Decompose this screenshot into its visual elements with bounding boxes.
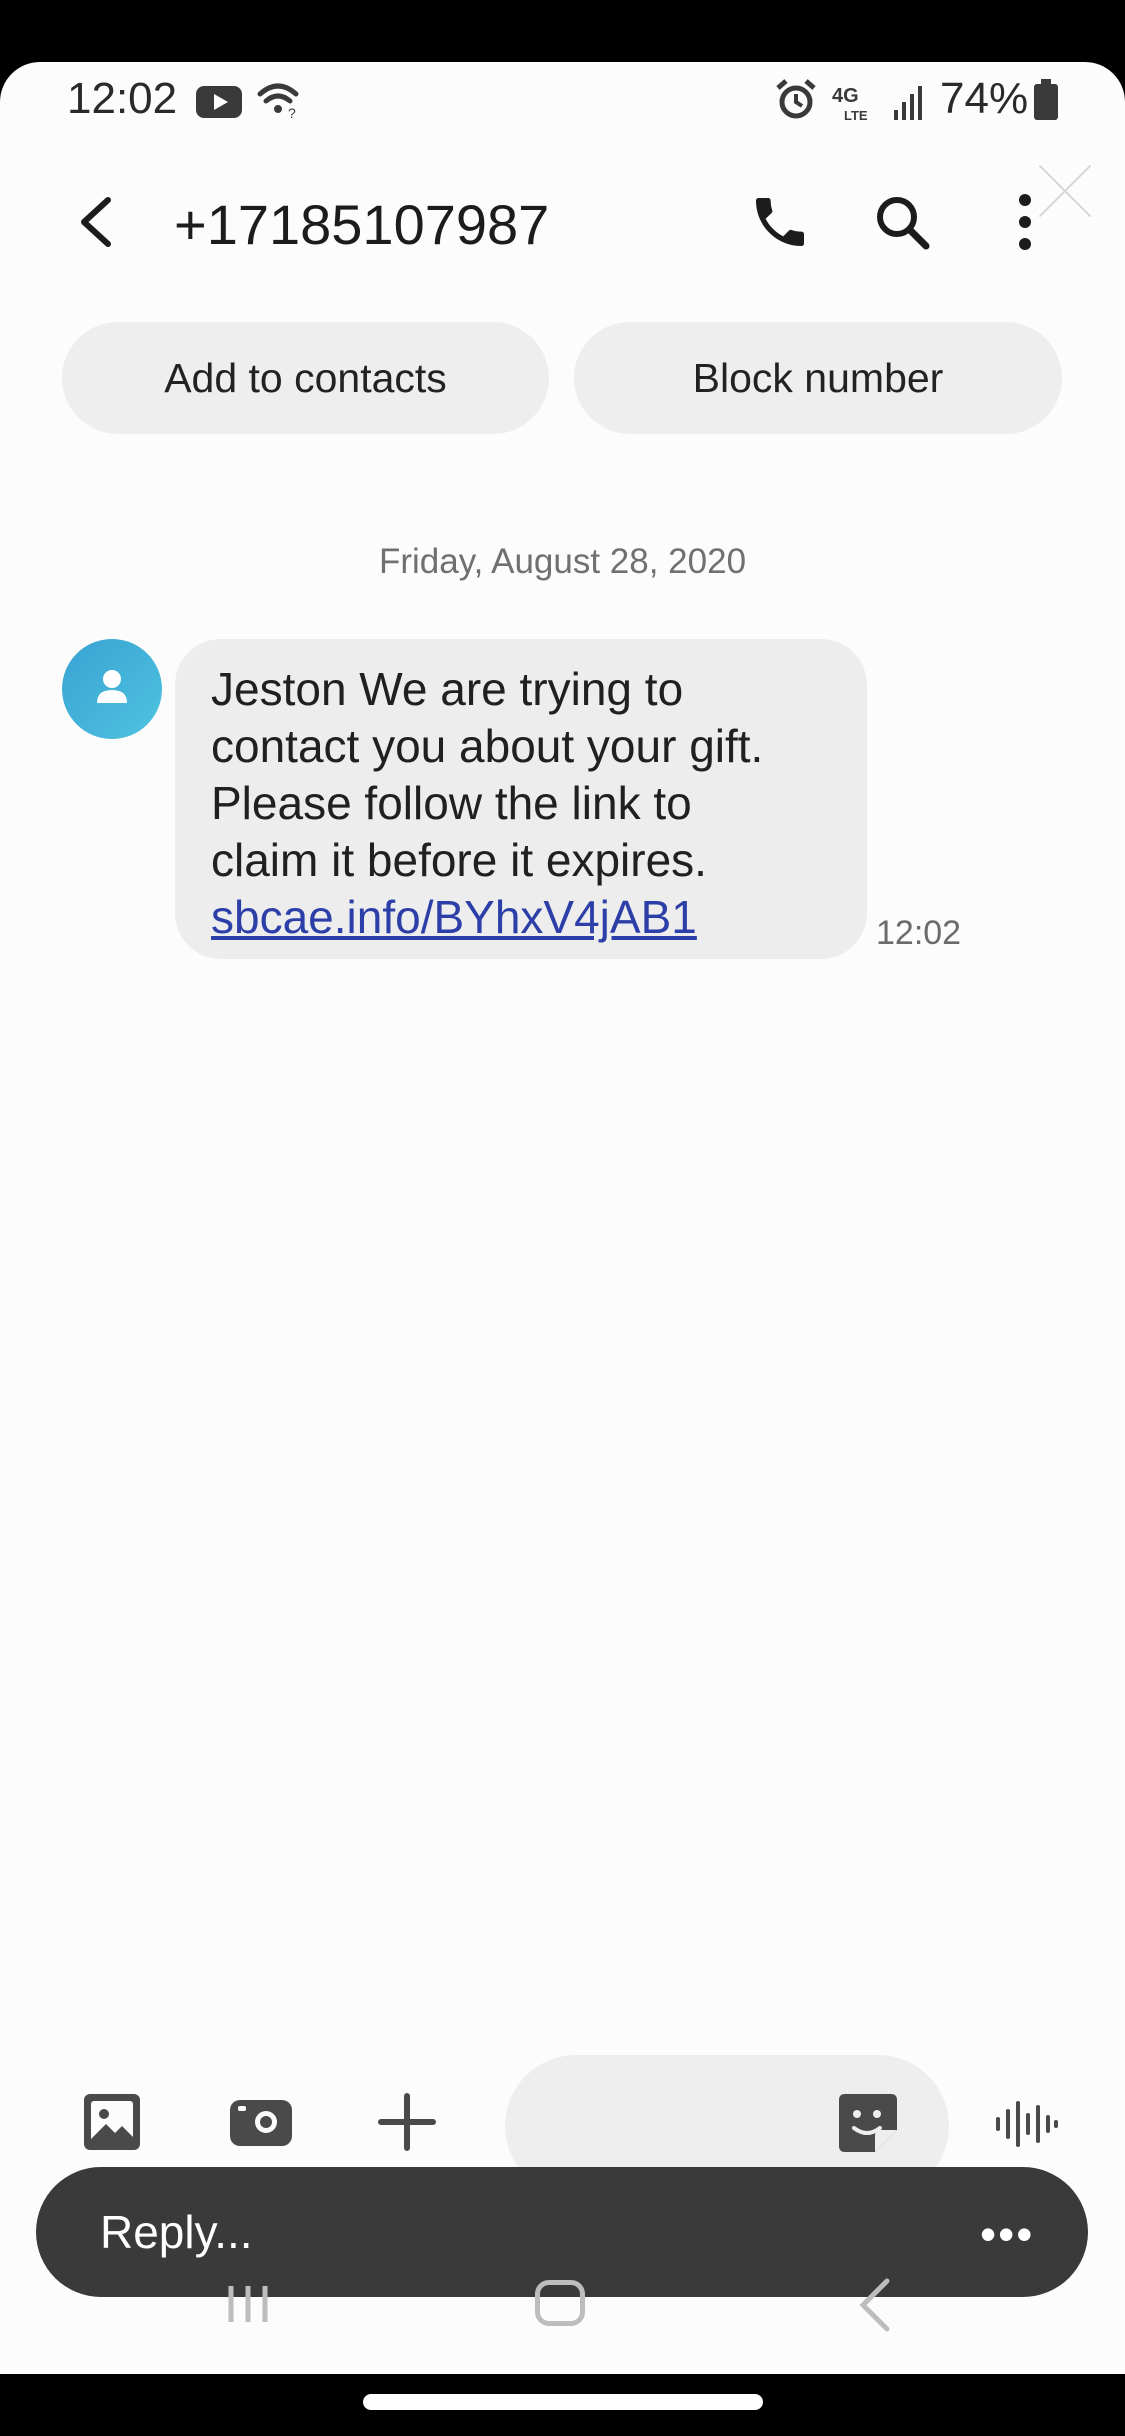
plus-icon[interactable] [377, 2092, 437, 2152]
svg-text:LTE: LTE [844, 108, 868, 122]
wifi-icon: ? [257, 83, 299, 120]
gallery-icon[interactable] [82, 2092, 142, 2152]
battery-icon [1034, 79, 1058, 120]
message-line: Please follow the link to [211, 777, 692, 829]
home-icon[interactable] [535, 2280, 585, 2326]
lte-icon: 4G LTE [832, 85, 868, 122]
back-icon[interactable] [70, 192, 130, 252]
status-time: 12:02 [67, 74, 178, 123]
battery-level: 74% [940, 74, 1029, 123]
home-indicator[interactable] [363, 2394, 763, 2410]
svg-text:4G: 4G [832, 85, 859, 107]
recents-icon[interactable] [225, 2282, 271, 2326]
message-bubble[interactable]: Jeston We are trying to contact you abou… [175, 639, 867, 959]
message-line: Jeston We are trying to [211, 663, 684, 715]
nav-back-icon[interactable] [855, 2277, 895, 2333]
search-icon[interactable] [870, 190, 934, 254]
date-separator: Friday, August 28, 2020 [378, 542, 747, 581]
conversation-header: +17185107987 [0, 172, 1125, 272]
reply-placeholder[interactable]: Reply... [100, 2205, 253, 2259]
message-time: 12:02 [876, 914, 962, 952]
message-line: claim it before it expires. [211, 834, 707, 886]
status-bar: 12:02 ? 4G LTE 74% [0, 62, 1125, 134]
message-link[interactable]: sbcae.info/BYhxV4jAB1 [211, 889, 831, 946]
contact-number: +17185107987 [174, 193, 550, 256]
messages-screen: 12:02 ? 4G LTE 74% +17185107987 Add to c… [0, 62, 1125, 2374]
voice-icon[interactable] [994, 2097, 1058, 2151]
youtube-icon [196, 86, 242, 118]
call-icon[interactable] [748, 190, 812, 254]
avatar[interactable] [62, 639, 162, 739]
more-options-icon[interactable]: ••• [980, 2207, 1034, 2261]
svg-text:?: ? [288, 105, 296, 120]
close-icon[interactable] [1036, 162, 1094, 220]
camera-icon[interactable] [228, 2092, 294, 2152]
add-to-contacts-button[interactable]: Add to contacts [62, 322, 549, 434]
message-line: contact you about your gift. [211, 720, 764, 772]
person-icon [97, 670, 127, 703]
signal-icon [894, 86, 922, 120]
alarm-icon [776, 79, 816, 119]
reply-bar[interactable]: Reply... ••• [36, 2167, 1088, 2297]
block-number-button[interactable]: Block number [574, 322, 1062, 434]
sticker-icon[interactable] [837, 2092, 899, 2154]
